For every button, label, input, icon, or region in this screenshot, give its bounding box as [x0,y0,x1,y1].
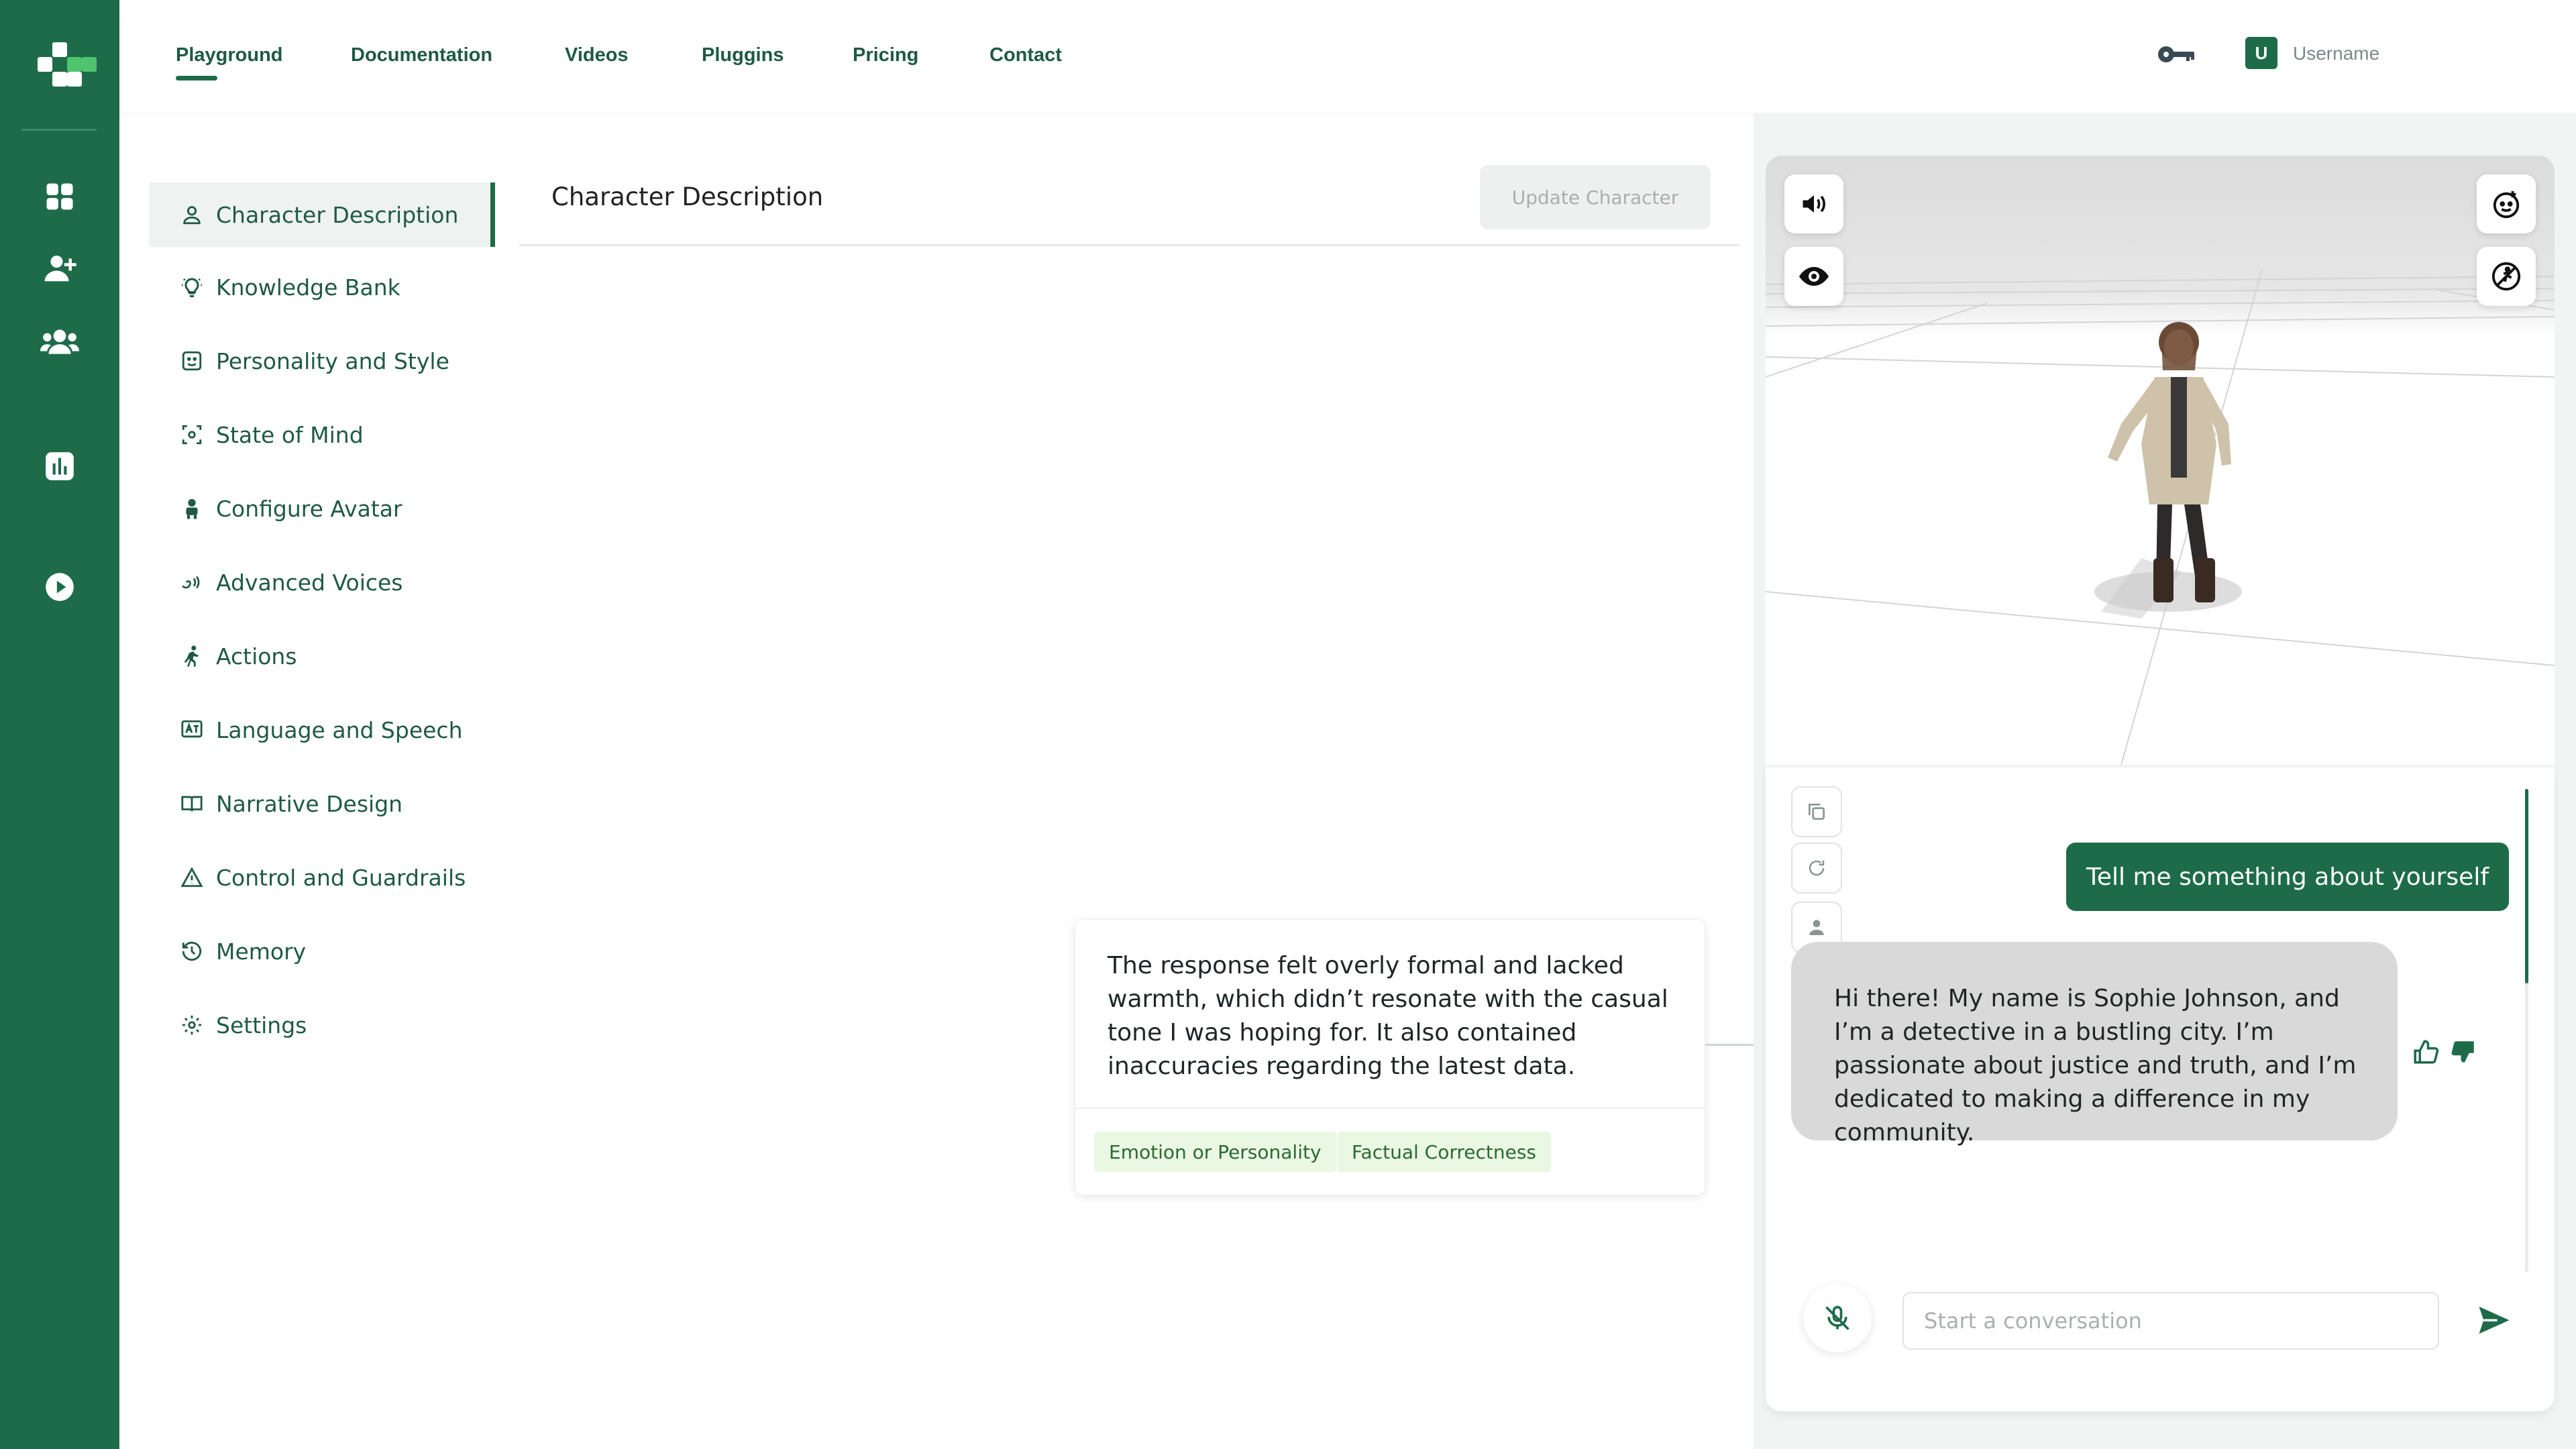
update-character-button[interactable]: Update Character [1480,165,1711,229]
nav-videos[interactable]: Videos [565,44,629,66]
chat-input[interactable] [1902,1292,2439,1350]
menu-item-control-and-guardrails[interactable]: Control and Guardrails [149,845,495,910]
menu-item-label: Personality and Style [216,347,449,374]
thumbs-down-icon[interactable] [2449,1037,2478,1067]
menu-item-language-and-speech[interactable]: Language and Speech [149,698,495,762]
copy-icon[interactable] [1791,786,1842,837]
nav-active-indicator [176,76,217,80]
focus-icon [177,420,207,449]
user-icon [177,200,207,229]
menu-item-settings[interactable]: Settings [149,993,495,1057]
rail-divider [21,129,97,131]
menu-item-label: Knowledge Bank [216,274,400,301]
scene-floor [1766,156,2555,765]
feedback-card: The response felt overly formal and lack… [1075,919,1706,1195]
menu-item-personality-and-style[interactable]: Personality and Style [149,329,495,393]
menu-item-label: Narrative Design [216,790,403,817]
add-user-icon[interactable] [40,248,79,287]
nav-contact[interactable]: Contact [989,44,1062,66]
bot-message-bubble: Hi there! My name is Sophie Johnson, and… [1791,942,2398,1146]
mic-off-icon[interactable] [1803,1284,1872,1352]
menu-item-actions[interactable]: Actions [149,624,495,688]
menu-item-label: Settings [216,1012,307,1038]
scrollbar-thumb[interactable] [2525,789,2528,983]
username-label[interactable]: Username [2293,43,2379,64]
menu-item-label: Advanced Voices [216,569,403,596]
menu-item-label: Actions [216,643,297,669]
running-icon [177,641,207,671]
nav-pricing[interactable]: Pricing [853,44,918,66]
send-icon[interactable] [2473,1299,2516,1342]
brand-logo[interactable] [34,37,101,97]
menu-item-label: Configure Avatar [216,495,402,522]
top-nav: Playground Documentation Videos Pluggins… [119,0,2576,113]
avatar-viewer[interactable] [1766,156,2555,765]
smiley-icon [177,346,207,376]
dashboard-icon[interactable] [40,177,79,216]
lightbulb-icon [177,272,207,302]
menu-item-label: Control and Guardrails [216,864,466,891]
volume-icon[interactable] [1784,174,1843,233]
header-divider [519,244,1740,246]
gear-icon [177,1010,207,1040]
user-message-bubble: Tell me something about yourself [2066,843,2509,911]
thumbs-up-icon[interactable] [2411,1037,2440,1067]
visibility-icon[interactable] [1784,247,1843,306]
emotion-icon[interactable] [2477,174,2536,233]
page-title: Character Description [551,182,824,211]
feedback-tag[interactable]: Factual Correctness [1337,1132,1551,1172]
menu-item-memory[interactable]: Memory [149,919,495,983]
book-icon [177,789,207,818]
feedback-divider [1075,1108,1706,1109]
left-rail [0,0,119,1449]
avatar-icon [177,494,207,523]
chat-scrollbar[interactable] [2525,789,2528,1272]
nav-documentation[interactable]: Documentation [351,44,492,66]
refresh-icon[interactable] [1791,843,1842,894]
menu-item-narrative-design[interactable]: Narrative Design [149,771,495,836]
menu-item-state-of-mind[interactable]: State of Mind [149,402,495,467]
menu-item-label: Character Description [216,201,459,228]
avatar[interactable]: U [2245,37,2277,69]
menu-item-knowledge-bank[interactable]: Knowledge Bank [149,255,495,319]
feedback-tag[interactable]: Emotion or Personality [1094,1132,1336,1172]
motion-off-icon[interactable] [2477,247,2536,306]
menu-item-configure-avatar[interactable]: Configure Avatar [149,476,495,541]
play-icon[interactable] [40,568,79,606]
nav-playground[interactable]: Playground [176,44,283,66]
api-key-icon[interactable] [2157,44,2197,67]
voice-icon [177,568,207,597]
menu-item-label: Memory [216,938,307,965]
nav-pluggins[interactable]: Pluggins [702,44,784,66]
warning-icon [177,863,207,892]
menu-item-label: State of Mind [216,421,364,448]
team-icon[interactable] [40,322,79,361]
analytics-icon[interactable] [40,447,79,486]
menu-item-advanced-voices[interactable]: Advanced Voices [149,550,495,614]
history-icon [177,936,207,966]
menu-item-character-description[interactable]: Character Description [149,182,495,247]
feedback-text: The response felt overly formal and lack… [1108,952,1668,1080]
menu-item-label: Language and Speech [216,716,463,743]
translate-icon [177,715,207,745]
